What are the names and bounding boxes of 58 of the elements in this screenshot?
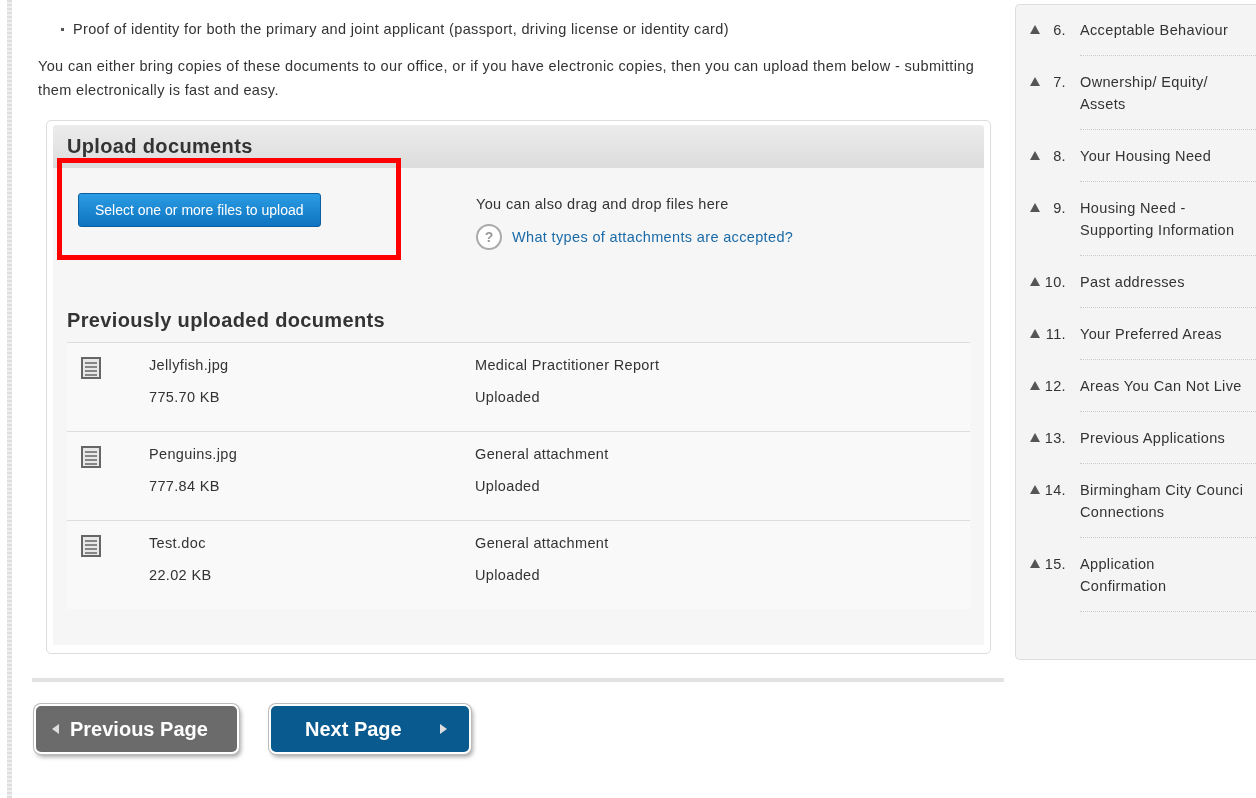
step-number: 10.	[1043, 273, 1066, 292]
triangle-icon	[1030, 329, 1040, 338]
triangle-icon	[1030, 203, 1040, 212]
triangle-icon	[1030, 381, 1040, 390]
file-name: Jellyfish.jpg	[149, 356, 230, 375]
step-number: 13.	[1043, 429, 1066, 448]
upload-status: Uploaded	[475, 388, 541, 407]
file-name: Test.doc	[149, 534, 207, 553]
section-title: Previously uploaded documents	[53, 291, 984, 342]
step-number: 6.	[1052, 21, 1066, 40]
step-link[interactable]: Ownership/ Equity/ Assets	[1080, 71, 1245, 115]
file-size: 775.70 KB	[149, 388, 221, 407]
document-category: Medical Practitioner Report	[475, 356, 660, 375]
drag-drop-hint: You can also drag and drop files here	[476, 196, 730, 212]
step-link[interactable]: Your Preferred Areas	[1080, 323, 1245, 345]
step-number: 7.	[1052, 73, 1066, 92]
triangle-icon	[1030, 559, 1040, 568]
triangle-icon	[1030, 151, 1040, 160]
triangle-icon	[1030, 433, 1040, 442]
document-category: General attachment	[475, 534, 609, 553]
upload-status: Uploaded	[475, 477, 541, 496]
step-number: 9.	[1052, 199, 1066, 218]
triangle-icon	[1030, 277, 1040, 286]
step-link[interactable]: Birmingham City Counci Connections	[1080, 479, 1245, 523]
document-icon	[81, 535, 101, 557]
next-page-button[interactable]: Next Page	[269, 704, 471, 754]
right-arrow-icon	[439, 724, 447, 734]
bullet-text: Proof of identity for both the primary and joint applicant (passport, driving license or identity card)	[73, 20, 729, 39]
left-arrow-icon	[52, 724, 60, 734]
help-link[interactable]: What types of attachments are accepted?	[512, 229, 794, 245]
step-link[interactable]: Past addresses	[1080, 271, 1245, 293]
file-size: 777.84 KB	[149, 477, 221, 496]
step-number: 12.	[1043, 377, 1066, 396]
triangle-icon	[1030, 77, 1040, 86]
triangle-icon	[1030, 25, 1040, 34]
upload-status: Uploaded	[475, 566, 541, 585]
intro-paragraph: You can either bring copies of these documents to our office, or if you have electronic copies, then you can upload them below - submitting them electronically is fast and easy.	[38, 57, 976, 100]
step-link[interactable]: Housing Need - Supporting Information	[1080, 197, 1245, 241]
previous-page-button[interactable]: Previous Page	[34, 704, 239, 754]
step-link[interactable]: Acceptable Behaviour	[1080, 19, 1245, 41]
step-link[interactable]: Application Confirmation	[1080, 553, 1245, 597]
panel-title: Upload documents	[67, 134, 253, 158]
document-category: General attachment	[475, 445, 609, 464]
step-number: 8.	[1052, 147, 1066, 166]
document-icon	[81, 446, 101, 468]
select-files-button[interactable]: Select one or more files to upload	[78, 193, 321, 227]
file-size: 22.02 KB	[149, 566, 213, 585]
triangle-icon	[1030, 485, 1040, 494]
step-number: 11.	[1044, 325, 1066, 344]
step-link[interactable]: Previous Applications	[1080, 427, 1245, 449]
file-name: Penguins.jpg	[149, 445, 239, 464]
bullet-point	[61, 27, 64, 31]
step-link[interactable]: Areas You Can Not Live	[1080, 375, 1245, 397]
step-link[interactable]: Your Housing Need	[1080, 145, 1245, 167]
step-number: 14.	[1043, 481, 1066, 500]
step-number: 15.	[1043, 555, 1066, 574]
help-icon: ?	[476, 224, 502, 250]
document-icon	[81, 357, 101, 379]
